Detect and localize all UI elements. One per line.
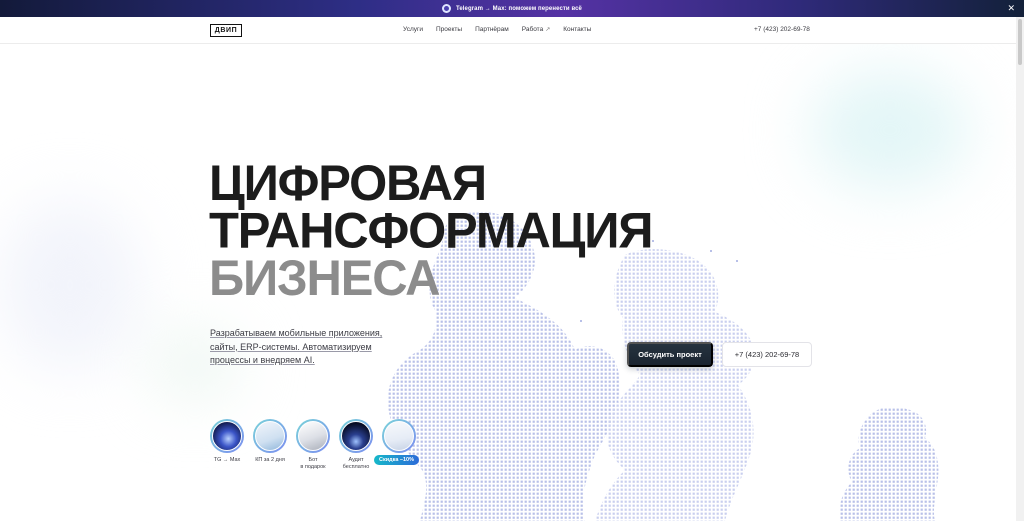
story-ring: [296, 419, 330, 453]
story-thumbnail: [255, 421, 285, 451]
story-ring: [382, 419, 416, 453]
nav-label: Проекты: [436, 26, 463, 33]
story-item[interactable]: Скидка –10%: [374, 419, 420, 471]
nav-label: Работа: [521, 26, 544, 33]
nav-item-projects[interactable]: Проекты: [436, 26, 462, 33]
phone-button[interactable]: +7 (423) 202-69-78: [722, 342, 812, 367]
hero-subtitle: Разрабатываем мобильные приложения, сайт…: [210, 327, 390, 368]
stories-row: TG → Max КП за 2 дня Бот в подарок Аудит б…: [210, 419, 420, 471]
close-icon[interactable]: ✕: [1007, 3, 1015, 13]
story-ring: [210, 419, 244, 453]
discuss-project-button[interactable]: Обсудить проект: [627, 342, 713, 367]
story-ring: [339, 419, 373, 453]
story-thumbnail: [384, 421, 414, 451]
story-label: Бот в подарок: [300, 457, 325, 471]
story-thumbnail: [298, 421, 328, 451]
header-phone-link[interactable]: +7 (423) 202-69-78: [754, 26, 810, 33]
story-label: TG → Max: [213, 457, 241, 463]
nav-label: Контакты: [563, 26, 592, 33]
logo-text: ДВИП: [214, 27, 238, 34]
hero-title-line: БИЗНЕСА: [209, 250, 441, 307]
story-label-line: Аудит: [348, 457, 364, 463]
background-glow: [810, 70, 970, 190]
subtitle-line: Разрабатываем мобильные приложения,: [210, 328, 383, 338]
hero-title-line: ТРАНСФОРМАЦИЯ: [209, 203, 653, 259]
telegram-icon: [442, 4, 451, 13]
story-label-line: в подарок: [300, 464, 326, 470]
discount-badge: Скидка –10%: [374, 455, 420, 465]
hero-title-line: ЦИФРОВАЯ: [209, 155, 487, 212]
nav-item-partners[interactable]: Партнёрам: [475, 26, 509, 33]
scrollbar[interactable]: [1016, 17, 1024, 521]
hero-title: ЦИФРОВАЯ ТРАНСФОРМАЦИЯ БИЗНЕСА: [209, 155, 653, 307]
story-item[interactable]: TG → Max: [210, 419, 244, 471]
story-label-line: бесплатно: [342, 464, 370, 470]
story-label: Аудит бесплатно: [343, 457, 370, 471]
story-label-line: Бот: [308, 457, 318, 463]
subtitle-line: сайты, ERP-системы. Автоматизируем: [210, 341, 372, 352]
story-thumbnail: [212, 421, 242, 451]
promo-banner[interactable]: Telegram → Max: поможем перенести всё ✕: [0, 0, 1024, 17]
logo[interactable]: ДВИП: [210, 24, 242, 37]
story-item[interactable]: Бот в подарок: [296, 419, 330, 471]
story-item[interactable]: Аудит бесплатно: [339, 419, 373, 471]
promo-text: Telegram → Max: поможем перенести всё: [456, 5, 582, 12]
nav-label: Партнёрам: [475, 26, 509, 33]
subtitle-line: процессы и внедряем AI.: [210, 355, 315, 365]
external-link-icon: ↗: [545, 27, 551, 33]
story-label: КП за 2 дня: [255, 457, 285, 463]
story-item[interactable]: КП за 2 дня: [253, 419, 287, 471]
main-nav: Услуги Проекты Партнёрам Работа ↗ Контакт…: [403, 26, 591, 33]
nav-label: Услуги: [403, 26, 423, 33]
site-header: ДВИП Услуги Проекты Партнёрам Работа ↗ Ко…: [0, 17, 1016, 44]
story-thumbnail: [341, 421, 371, 451]
nav-item-jobs[interactable]: Работа ↗: [522, 26, 550, 33]
story-ring: [253, 419, 287, 453]
nav-item-services[interactable]: Услуги: [403, 26, 423, 33]
nav-item-contacts[interactable]: Контакты: [563, 26, 591, 33]
scrollbar-thumb[interactable]: [1018, 19, 1022, 65]
background-glow: [0, 200, 140, 370]
